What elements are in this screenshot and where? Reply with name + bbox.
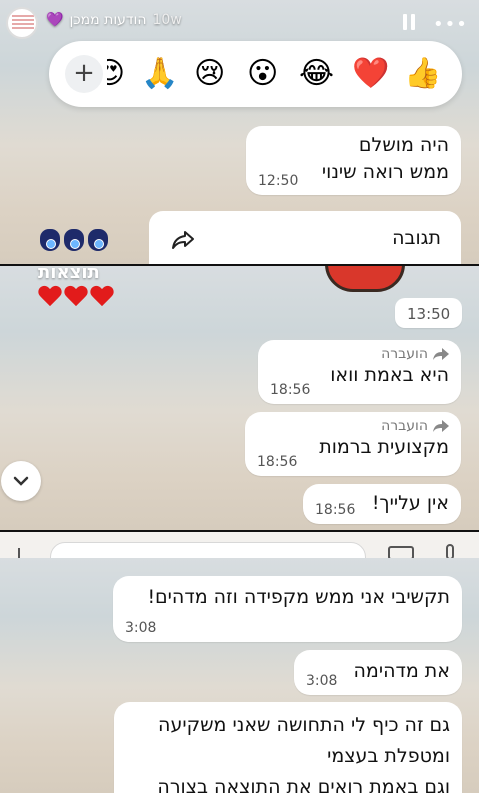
message-input[interactable] xyxy=(50,542,366,558)
forward-arrow-icon xyxy=(433,348,449,360)
message-time: 18:56 xyxy=(257,454,298,470)
chevron-down-icon xyxy=(13,476,29,486)
reaction-cry[interactable]: 😢 xyxy=(194,55,225,93)
message-line: וגם באמת רואים את התוצאה בצורה xyxy=(157,776,450,793)
reaction-thumbs-up[interactable]: 👍 xyxy=(404,55,441,93)
hamsa-icon xyxy=(64,229,84,251)
heart-icon xyxy=(38,286,62,308)
more-options-icon[interactable]: ••• xyxy=(433,14,468,35)
share-icon xyxy=(172,231,194,249)
story-panel-top: 💜 הודעות ממכן 10w ••• + 😍 🙏 😢 😮 😂 ❤️ 👍 ה… xyxy=(0,0,479,264)
message-time: 18:56 xyxy=(270,382,311,398)
forwarded-text: הועברה xyxy=(381,418,428,434)
message-time: 3:08 xyxy=(125,620,157,636)
reaction-laugh[interactable]: 😂 xyxy=(299,55,334,93)
scroll-down-button[interactable] xyxy=(1,461,41,501)
reaction-bar: + 😍 🙏 😢 😮 😂 ❤️ 👍 xyxy=(49,41,462,107)
hearts-row xyxy=(38,286,114,308)
message-bubble: אין עלייך! 18:56 xyxy=(303,484,461,524)
input-strip xyxy=(0,532,479,558)
pause-button[interactable] xyxy=(403,14,417,30)
hamsa-emojis xyxy=(40,229,108,251)
hamsa-icon xyxy=(40,229,60,251)
reaction-wow[interactable]: 😮 xyxy=(247,55,278,93)
heart-balloon-image xyxy=(325,266,405,292)
reply-button[interactable]: תגובה xyxy=(149,211,461,264)
message-bubble: היה מושלם ממש רואה שינוי 12:50 xyxy=(246,126,461,195)
avatar-image xyxy=(12,15,34,31)
forwarded-message: הועברה מקצועית ברמות 18:56 xyxy=(245,412,461,476)
story-author[interactable]: 💜 הודעות ממכן 10w xyxy=(46,12,182,28)
message-line: גם זה כיף לי התחושה שאני משקיעה xyxy=(158,714,450,736)
message-text: תקשיבי אני ממש מקפידה וזה מדהים! xyxy=(147,586,450,608)
message-line: היה מושלם xyxy=(358,134,449,156)
avatar[interactable] xyxy=(6,7,38,39)
time-bubble: 13:50 xyxy=(395,298,462,328)
message-time: 18:56 xyxy=(315,502,356,518)
story-header: 💜 הודעות ממכן 10w ••• xyxy=(0,0,479,44)
story-author-name: הודעות ממכן xyxy=(69,12,147,28)
message-time: 13:50 xyxy=(407,305,451,323)
message-bubble: את מדהימה 3:08 xyxy=(294,650,462,695)
story-panel-middle: תוצאות 13:50 הועברה היא באמת וואו 18:56 … xyxy=(0,266,479,530)
reaction-heart[interactable]: ❤️ xyxy=(352,55,389,93)
message-time: 12:50 xyxy=(258,173,299,189)
reaction-pray[interactable]: 🙏 xyxy=(141,55,178,93)
heart-icon: 💜 xyxy=(46,12,64,28)
forwarded-label: הועברה xyxy=(270,346,449,362)
forwarded-text: הועברה xyxy=(381,346,428,362)
add-reaction-button[interactable]: + xyxy=(65,55,103,93)
results-label: תוצאות xyxy=(38,266,100,283)
reaction-heart-eyes[interactable]: 😍 xyxy=(107,55,125,93)
message-bubble: גם זה כיף לי התחושה שאני משקיעה ומטפלת ב… xyxy=(114,702,462,793)
reply-label: תגובה xyxy=(392,227,441,249)
forwarded-message: הועברה היא באמת וואו 18:56 xyxy=(258,340,461,404)
camera-icon[interactable] xyxy=(388,546,414,558)
forward-arrow-icon xyxy=(433,420,449,432)
hamsa-icon xyxy=(88,229,108,251)
message-line: ומטפלת בעצמי xyxy=(327,745,450,767)
story-panel-bottom: תקשיבי אני ממש מקפידה וזה מדהים! 3:08 את… xyxy=(0,558,479,793)
forwarded-label: הועברה xyxy=(257,418,449,434)
message-bubble: תקשיבי אני ממש מקפידה וזה מדהים! 3:08 xyxy=(113,576,462,642)
heart-icon xyxy=(64,286,88,308)
message-time: 3:08 xyxy=(306,673,338,689)
attach-icon[interactable] xyxy=(18,548,20,558)
story-age: 10w xyxy=(152,12,182,28)
heart-icon xyxy=(90,286,114,308)
mic-icon[interactable] xyxy=(446,544,454,558)
